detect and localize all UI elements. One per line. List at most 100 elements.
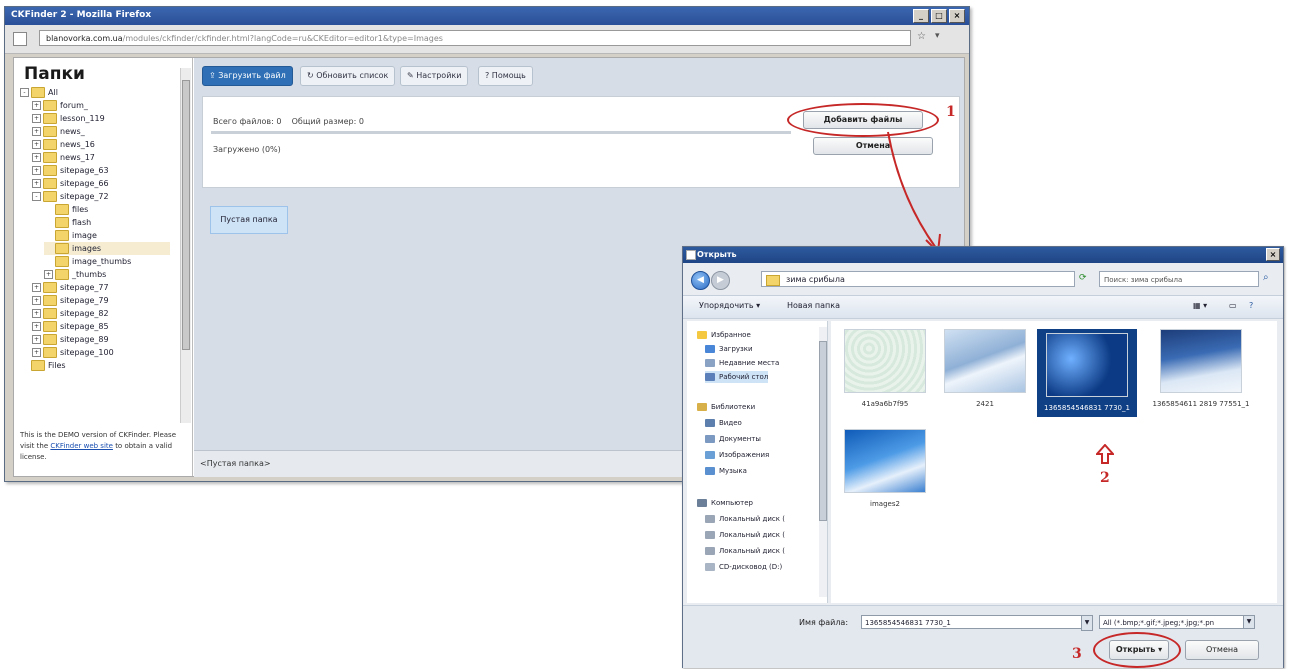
help-icon[interactable]: ? <box>1249 301 1253 310</box>
nav-item[interactable]: Загрузки <box>705 343 753 355</box>
folder-icon <box>31 360 45 371</box>
refresh-icon[interactable]: ⟳ <box>1079 273 1087 283</box>
upload-progress-bar <box>211 131 791 134</box>
folder-label: sitepage_72 <box>60 192 109 201</box>
minimize-button[interactable]: _ <box>913 9 929 23</box>
folder-tree-item[interactable]: image <box>44 229 170 242</box>
dialog-title: Открыть <box>697 250 737 259</box>
nav-item[interactable]: Недавние места <box>705 357 779 369</box>
folder-tree-item[interactable]: + sitepage_63 <box>32 164 170 177</box>
expand-icon[interactable]: + <box>32 309 41 318</box>
expand-icon[interactable]: + <box>32 335 41 344</box>
folders-scrollbar[interactable] <box>180 68 191 423</box>
folder-tree-item[interactable]: + sitepage_100 <box>32 346 170 359</box>
nav-item[interactable]: Видео <box>705 417 742 429</box>
file-item[interactable]: images2 <box>835 429 935 509</box>
folder-tree-item[interactable]: Files <box>20 359 170 372</box>
nav-item[interactable]: Рабочий стол <box>705 371 769 383</box>
url-path: /modules/ckfinder/ckfinder.html?langCode… <box>122 34 443 43</box>
folder-tree-item[interactable]: + sitepage_85 <box>32 320 170 333</box>
annotation-number-2: 2 <box>1100 470 1110 486</box>
nav-item[interactable]: Библиотеки <box>697 401 755 413</box>
expand-icon[interactable]: + <box>32 140 41 149</box>
expand-icon[interactable]: + <box>32 166 41 175</box>
view-options-icon[interactable]: ▦ ▾ <box>1193 301 1207 310</box>
folder-tree-item[interactable]: image_thumbs <box>44 255 170 268</box>
nav-scrollbar-thumb[interactable] <box>819 341 827 521</box>
tab-help[interactable]: ? Помощь <box>478 66 533 86</box>
expand-icon[interactable]: + <box>32 348 41 357</box>
folder-tree-item[interactable]: + news_ <box>32 125 170 138</box>
filetype-dropdown-icon[interactable]: ▼ <box>1243 616 1254 628</box>
tab-refresh[interactable]: ↻ Обновить список <box>300 66 396 86</box>
file-item[interactable]: 1365854546831 7730_1 <box>1037 329 1137 417</box>
expand-icon[interactable]: + <box>32 101 41 110</box>
collapse-icon[interactable]: - <box>20 88 29 97</box>
close-button[interactable]: × <box>949 9 965 23</box>
folder-label: forum_ <box>60 101 88 110</box>
nav-item[interactable]: Изображения <box>705 449 769 461</box>
dialog-search-input[interactable]: Поиск: зима срибыла <box>1099 271 1259 287</box>
ckfinder-site-link[interactable]: CKFinder web site <box>50 442 113 450</box>
expand-icon[interactable]: + <box>32 296 41 305</box>
folder-tree-item[interactable]: - All <box>20 86 170 99</box>
dialog-cancel-button[interactable]: Отмена <box>1185 640 1259 660</box>
breadcrumb[interactable]: зима срибыла <box>761 271 1075 287</box>
maximize-button[interactable]: □ <box>931 9 947 23</box>
annotation-up-arrow-icon <box>1094 443 1116 464</box>
folder-tree-item[interactable]: files <box>44 203 170 216</box>
folder-tree-item[interactable]: + sitepage_79 <box>32 294 170 307</box>
nav-item[interactable]: CD-дисковод (D:) <box>705 561 782 573</box>
expand-icon[interactable]: + <box>32 179 41 188</box>
folder-tree-item[interactable]: + sitepage_82 <box>32 307 170 320</box>
scrollbar-thumb[interactable] <box>182 80 190 350</box>
menu-chevron-icon[interactable]: ▾ <box>935 31 940 41</box>
collapse-icon[interactable]: - <box>32 192 41 201</box>
nav-item[interactable]: Локальный диск ( <box>705 545 785 557</box>
forward-arrow-icon[interactable]: ▶ <box>711 271 730 290</box>
folder-tree-item[interactable]: + forum_ <box>32 99 170 112</box>
nav-item[interactable]: Документы <box>705 433 761 445</box>
preview-pane-icon[interactable]: ▭ <box>1229 301 1237 310</box>
folder-tree-item[interactable]: + lesson_119 <box>32 112 170 125</box>
tab-settings[interactable]: ✎ Настройки <box>400 66 469 86</box>
address-bar[interactable]: blanovorka.com.ua/modules/ckfinder/ckfin… <box>39 30 911 46</box>
folder-tree-item[interactable]: + sitepage_89 <box>32 333 170 346</box>
nav-item[interactable]: Локальный диск ( <box>705 529 785 541</box>
filename-input[interactable]: 1365854546831 7730_1 <box>861 615 1089 629</box>
star-icon[interactable]: ☆ <box>917 31 926 42</box>
folder-tree-item[interactable]: + sitepage_77 <box>32 281 170 294</box>
file-item[interactable]: 2421 <box>935 329 1035 409</box>
dialog-close-button[interactable]: × <box>1266 248 1280 261</box>
expand-icon[interactable]: + <box>44 270 53 279</box>
folder-tree-item[interactable]: flash <box>44 216 170 229</box>
folder-tree-item[interactable]: images <box>44 242 170 255</box>
folder-tree-item[interactable]: - sitepage_72 <box>32 190 170 203</box>
expand-icon[interactable]: + <box>32 322 41 331</box>
folder-tree-item[interactable]: + _thumbs <box>44 268 170 281</box>
expand-icon[interactable]: + <box>32 153 41 162</box>
nav-item[interactable]: Компьютер <box>697 497 753 509</box>
nav-item[interactable]: Музыка <box>705 465 747 477</box>
folder-tree-item[interactable]: + sitepage_66 <box>32 177 170 190</box>
dialog-navigation-pane: Избранное Загрузки Недавние места Рабочий с… <box>687 321 828 603</box>
nav-item[interactable]: Избранное <box>697 329 751 341</box>
folder-tree-item[interactable]: + news_16 <box>32 138 170 151</box>
folder-tree-item[interactable]: + news_17 <box>32 151 170 164</box>
upload-box: Всего файлов: 0 Общий размер: 0 Загружен… <box>202 96 960 188</box>
filename-dropdown-icon[interactable]: ▼ <box>1081 615 1093 631</box>
expand-icon[interactable]: + <box>32 114 41 123</box>
organize-button[interactable]: Упорядочить ▾ <box>699 301 760 310</box>
nav-item-label: Компьютер <box>711 499 753 507</box>
new-folder-button[interactable]: Новая папка <box>787 301 840 310</box>
tab-upload[interactable]: ⇪ Загрузить файл <box>202 66 293 86</box>
expand-icon[interactable]: + <box>32 127 41 136</box>
filetype-select[interactable]: All (*.bmp;*.gif;*.jpeg;*.jpg;*.pn ▼ <box>1099 615 1255 629</box>
nav-scrollbar[interactable] <box>819 327 827 597</box>
file-item[interactable]: 1365854611 2819 77551_1 <box>1151 329 1251 409</box>
expand-icon[interactable]: + <box>32 283 41 292</box>
back-arrow-icon[interactable]: ◀ <box>691 271 710 290</box>
nav-item[interactable]: Локальный диск ( <box>705 513 785 525</box>
search-icon[interactable]: ⌕ <box>1263 272 1269 283</box>
file-item[interactable]: 41a9a6b7f95 <box>835 329 935 409</box>
